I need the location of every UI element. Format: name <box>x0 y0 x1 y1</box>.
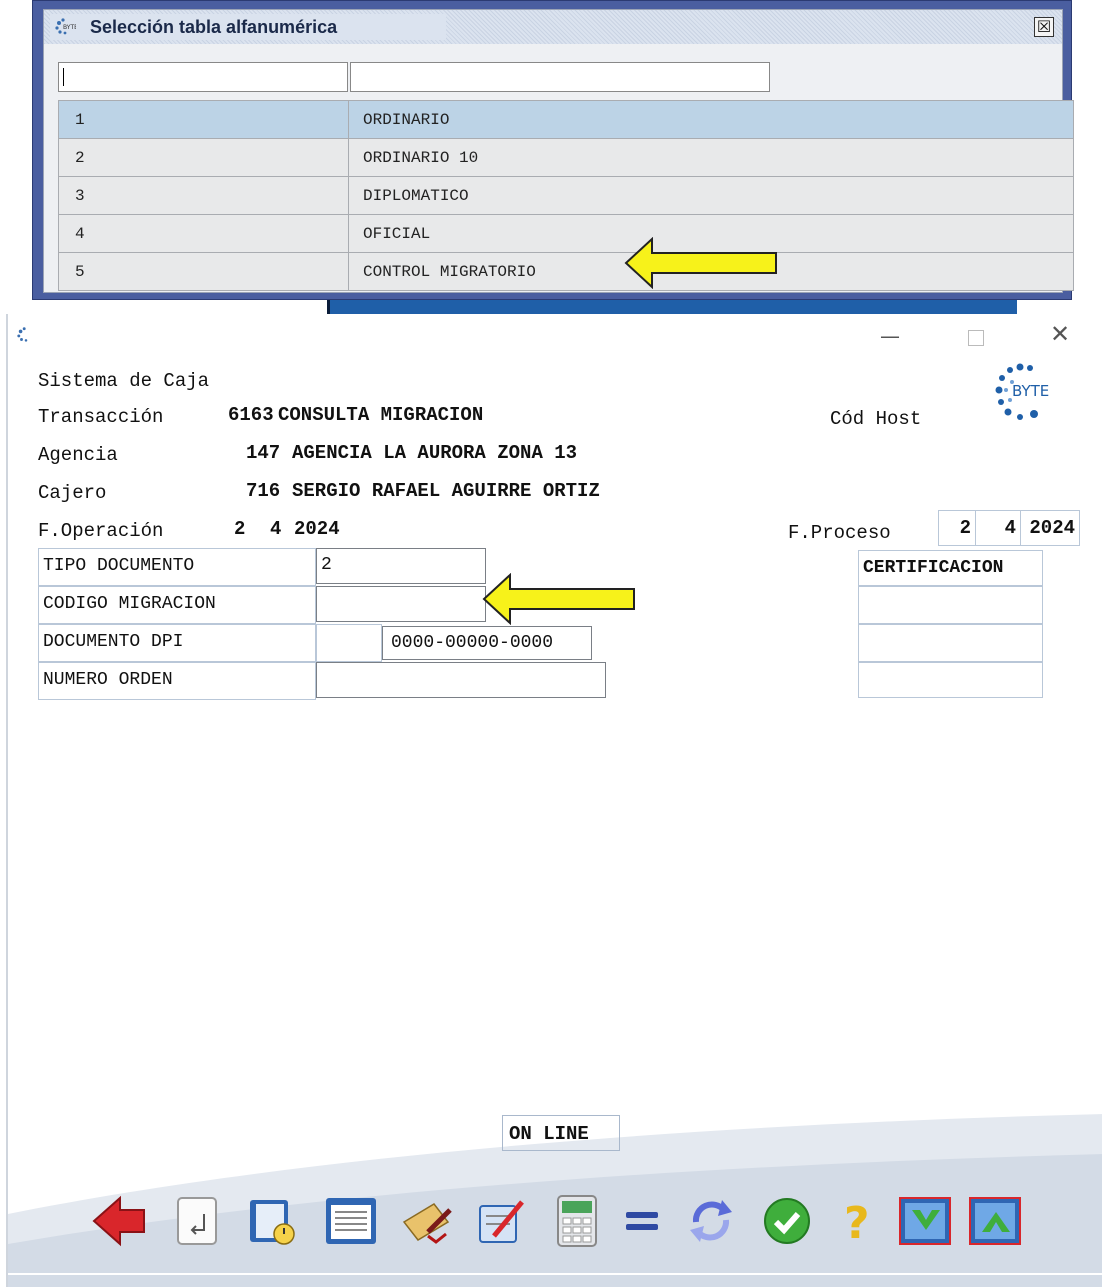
documento-dpi-label: DOCUMENTO DPI <box>38 624 316 662</box>
tipo-documento-field[interactable]: 2 <box>316 548 486 584</box>
back-arrow-icon[interactable] <box>90 1192 148 1250</box>
description-filter-input[interactable] <box>350 62 770 92</box>
documento-dpi-field[interactable]: 0000-00000-0000 <box>382 626 592 660</box>
svg-text:?: ? <box>844 1198 870 1249</box>
byte-logo-text: BYTE <box>1012 382 1049 400</box>
calculator-icon[interactable] <box>548 1192 606 1250</box>
cod-host-label: Cód Host <box>830 408 922 430</box>
enter-icon[interactable] <box>170 1192 228 1250</box>
operation-date-label: F.Operación <box>38 520 164 542</box>
app-logo-icon <box>17 327 28 342</box>
transaction-label: Transacción <box>38 406 164 428</box>
main-window: — ✕ Sistema de Caja BYTE Transacción 616… <box>6 314 1102 1287</box>
close-button[interactable]: ✕ <box>1050 320 1070 348</box>
certificacion-cell <box>858 662 1043 698</box>
operation-day: 2 <box>234 518 246 540</box>
operation-year: 2024 <box>294 518 340 540</box>
annotation-arrow-icon <box>482 573 635 625</box>
app-logo-icon: BYTE <box>55 18 76 35</box>
text-caret <box>63 68 64 86</box>
cashier-label: Cajero <box>38 482 107 504</box>
bottom-toolbar: ? <box>8 1164 1102 1274</box>
annotation-arrow-icon <box>624 237 777 289</box>
table-row[interactable]: 1 ORDINARIO <box>58 100 1074 139</box>
check-icon[interactable] <box>758 1192 816 1250</box>
svg-text:BYTE: BYTE <box>63 24 76 31</box>
agency-name: AGENCIA LA AURORA ZONA 13 <box>292 442 578 464</box>
table-row[interactable]: 5 CONTROL MIGRATORIO <box>58 253 1074 291</box>
process-month: 4 <box>975 510 1021 546</box>
popup-close-button[interactable]: ☒ <box>1034 17 1054 37</box>
numero-orden-label: NUMERO ORDEN <box>38 662 316 700</box>
online-status: ON LINE <box>502 1115 620 1151</box>
documento-dpi-spacer <box>316 624 382 662</box>
selection-popup-body: BYTE Selección tabla alfanumérica ☒ 1 OR… <box>43 9 1074 293</box>
row-code: 4 <box>59 215 349 252</box>
process-day: 2 <box>938 510 976 546</box>
code-filter-input[interactable] <box>58 62 348 92</box>
row-code: 1 <box>59 101 349 138</box>
main-titlebar[interactable]: — ✕ <box>8 314 1102 358</box>
signature-pen-icon[interactable] <box>398 1192 456 1250</box>
agency-code: 147 <box>246 442 281 464</box>
row-code: 5 <box>59 253 349 290</box>
table-row[interactable]: 3 DIPLOMATICO <box>58 177 1074 215</box>
process-date-label: F.Proceso <box>788 522 891 544</box>
refresh-icon[interactable] <box>682 1192 740 1250</box>
equals-icon[interactable] <box>614 1192 672 1250</box>
cashier-code: 716 <box>246 480 281 502</box>
agency-label: Agencia <box>38 444 118 466</box>
certificacion-header: CERTIFICACION <box>858 550 1043 586</box>
operation-month: 4 <box>270 518 282 540</box>
system-label: Sistema de Caja <box>38 370 210 392</box>
table-row[interactable]: 4 OFICIAL <box>58 215 1074 253</box>
edit-pencil-icon[interactable] <box>472 1192 530 1250</box>
cashier-name: SERGIO RAFAEL AGUIRRE ORTIZ <box>292 480 600 502</box>
row-code: 2 <box>59 139 349 176</box>
popup-title: Selección tabla alfanumérica <box>90 17 338 37</box>
agenda-icon[interactable] <box>244 1192 302 1250</box>
transaction-name: CONSULTA MIGRACION <box>278 404 484 426</box>
certificacion-cell <box>858 624 1043 662</box>
popup-titlebar[interactable]: BYTE Selección tabla alfanumérica ☒ <box>44 10 1062 44</box>
codigo-migracion-field[interactable] <box>316 586 486 622</box>
selection-popup-window: BYTE Selección tabla alfanumérica ☒ 1 OR… <box>32 0 1074 300</box>
certificacion-cell <box>858 586 1043 624</box>
data-in-icon[interactable] <box>896 1192 954 1250</box>
maximize-button[interactable] <box>968 330 984 346</box>
numero-orden-field[interactable] <box>316 662 606 698</box>
codigo-migracion-label: CODIGO MIGRACION <box>38 586 316 624</box>
row-code: 3 <box>59 177 349 214</box>
data-out-icon[interactable] <box>966 1192 1024 1250</box>
tipo-documento-label: TIPO DOCUMENTO <box>38 548 316 586</box>
minimize-button[interactable]: — <box>880 324 900 348</box>
byte-logo-icon: BYTE <box>995 363 1049 420</box>
table-row[interactable]: 2 ORDINARIO 10 <box>58 139 1074 177</box>
document-list-icon[interactable] <box>322 1192 380 1250</box>
selection-table: 1 ORDINARIO 2 ORDINARIO 10 3 DIPLOMATICO… <box>58 100 1074 291</box>
help-icon[interactable]: ? <box>830 1192 888 1250</box>
process-year: 2024 <box>1020 510 1080 546</box>
transaction-code: 6163 <box>228 404 274 426</box>
